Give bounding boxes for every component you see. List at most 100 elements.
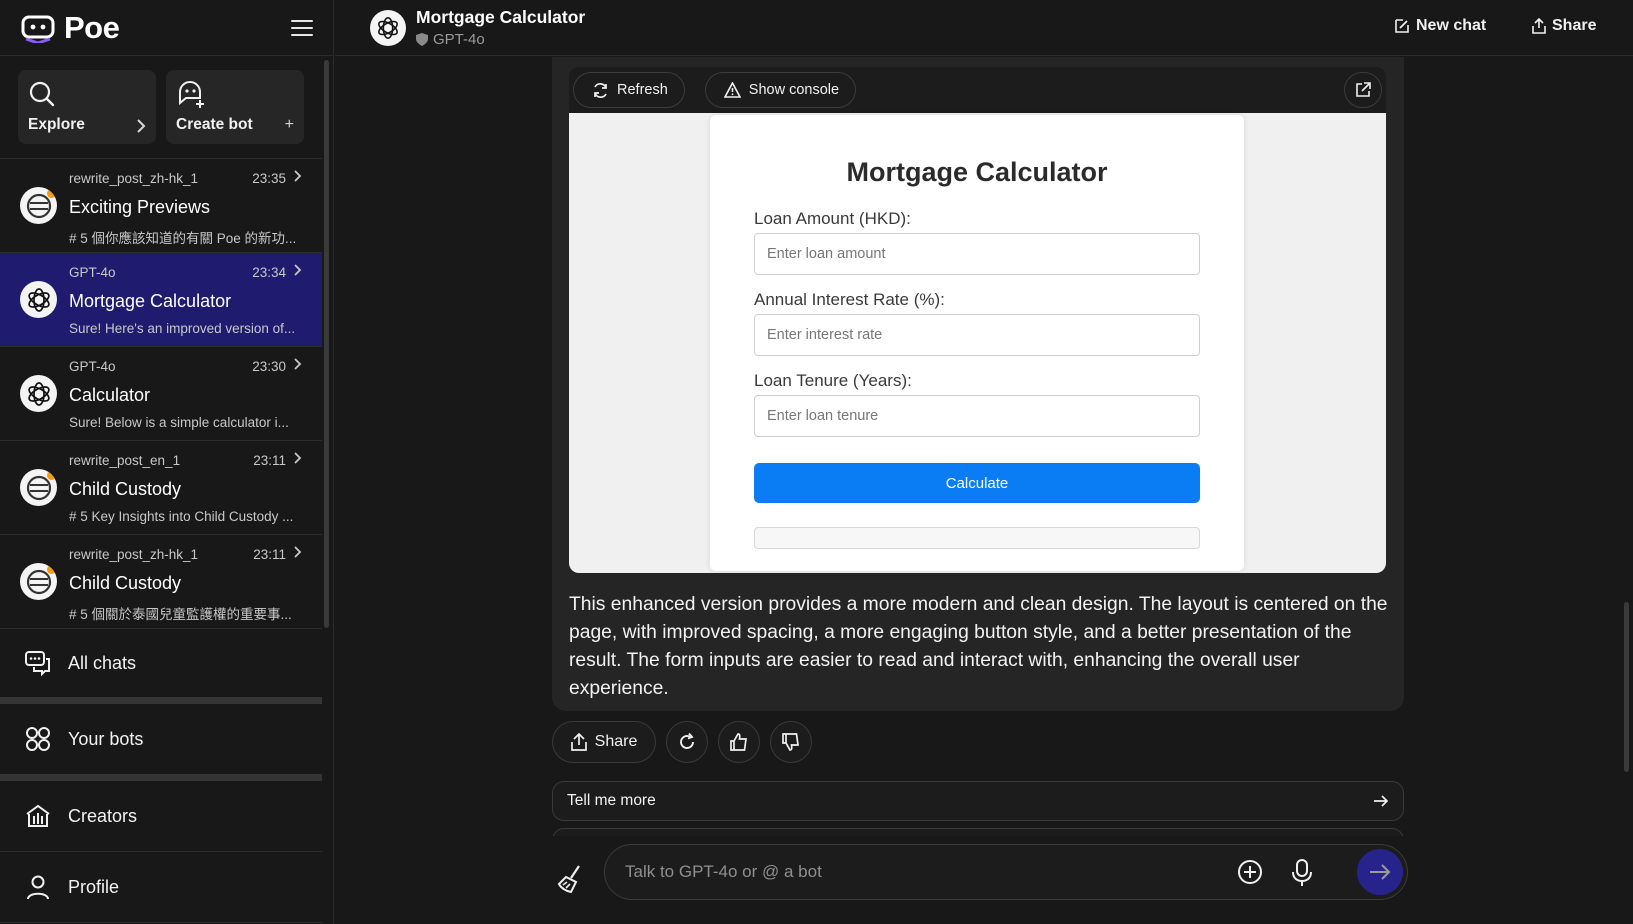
plus-icon: + [284, 116, 294, 133]
chat-item[interactable]: rewrite_post_zh-hk_1 23:11 Child Custody… [0, 535, 322, 629]
nav-label: Creators [68, 805, 138, 826]
loan-amount-label: Loan Amount (HKD): [754, 209, 911, 228]
retry-icon [680, 732, 694, 749]
poe-logo[interactable]: Poe [20, 9, 120, 46]
create-bot-label: Create bot [176, 116, 253, 133]
chat-time: 23:11 [253, 453, 286, 468]
composer [335, 836, 1633, 924]
nav-your-bots[interactable]: Your bots [0, 704, 322, 774]
share-button[interactable]: Share [1532, 17, 1596, 35]
openai-icon [20, 375, 57, 412]
chat-header: Mortgage Calculator GPT-4o New chat Shar… [335, 0, 1633, 56]
add-attachment-icon[interactable] [1237, 859, 1263, 885]
refresh-label: Refresh [617, 82, 668, 98]
calculate-button[interactable]: Calculate [754, 463, 1200, 503]
chat-bot-name: rewrite_post_zh-hk_1 [69, 547, 199, 562]
chat-main: Refresh Show console Mortgage Calculator… [335, 57, 1633, 924]
arrow-right-icon [1370, 864, 1391, 880]
interest-rate-input[interactable] [754, 314, 1200, 356]
nav-all-chats[interactable]: All chats [0, 629, 322, 697]
sidebar-scrollbar[interactable] [324, 60, 329, 628]
bot-name[interactable]: GPT-4o [416, 31, 485, 48]
chat-title: Child Custody [69, 479, 182, 499]
chevron-right-icon [137, 119, 146, 133]
chat-item[interactable]: GPT-4o 23:34 Mortgage Calculator Sure! H… [0, 253, 322, 347]
loan-amount-input[interactable] [754, 233, 1200, 275]
nav-creators[interactable]: Creators [0, 781, 322, 851]
chat-title: Child Custody [69, 573, 182, 593]
chat-bot-name: rewrite_post_zh-hk_1 [69, 171, 199, 186]
user-icon [27, 875, 49, 900]
chat-time: 23:35 [252, 171, 286, 186]
divider [0, 774, 322, 781]
send-button[interactable] [1357, 849, 1403, 895]
new-chat-button[interactable]: New chat [1394, 17, 1486, 35]
preview-toolbar: Refresh Show console [569, 67, 1386, 113]
microphone-icon[interactable] [1291, 859, 1313, 887]
rewrite-bot-icon [20, 187, 57, 224]
share-icon [570, 733, 587, 751]
chat-snippet: Sure! Here's an improved version of... [69, 321, 296, 336]
chat-title: Mortgage Calculator [416, 7, 586, 27]
chat-bot-name: rewrite_post_en_1 [69, 453, 181, 468]
main-scrollbar[interactable] [1624, 602, 1629, 772]
chat-item[interactable]: GPT-4o 23:30 Calculator Sure! Below is a… [0, 347, 322, 441]
chat-time: 23:30 [252, 359, 286, 374]
menu-icon[interactable] [291, 19, 313, 36]
explore-button[interactable]: Explore [18, 70, 156, 144]
open-external-button[interactable] [1344, 72, 1382, 108]
chevron-right-icon [294, 452, 302, 464]
message-actions: Share [552, 721, 812, 763]
warning-icon [723, 82, 741, 98]
shield-icon [416, 33, 428, 46]
chat-item[interactable]: rewrite_post_zh-hk_1 23:35 Exciting Prev… [0, 159, 322, 253]
chat-title: Mortgage Calculator [69, 291, 232, 311]
rewrite-bot-icon [20, 469, 57, 506]
thumbs-up-button[interactable] [718, 721, 760, 763]
divider [0, 697, 322, 704]
create-bot-icon [179, 81, 204, 108]
bot-message: Refresh Show console Mortgage Calculator… [552, 57, 1404, 711]
thumbs-down-button[interactable] [770, 721, 812, 763]
chat-item[interactable]: rewrite_post_en_1 23:11 Child Custody # … [0, 441, 322, 535]
divider [0, 922, 322, 923]
show-console-label: Show console [748, 82, 840, 98]
chevron-right-icon [294, 358, 302, 370]
clear-context-icon[interactable] [557, 864, 585, 894]
arrow-right-icon [1374, 795, 1389, 807]
external-link-icon [1356, 82, 1371, 97]
loan-tenure-input[interactable] [754, 395, 1200, 437]
chat-bubbles-icon [25, 651, 50, 677]
create-bot-button[interactable]: Create bot + [166, 70, 304, 144]
creators-icon [26, 804, 50, 827]
quick-actions: Explore Create bot + [0, 56, 333, 158]
retry-button[interactable] [666, 721, 708, 763]
chevron-right-icon [294, 170, 302, 182]
chat-time: 23:11 [253, 547, 286, 562]
chat-time: 23:34 [252, 265, 286, 280]
chat-snippet: # 5 個你應該知道的有關 Poe 的新功... [69, 231, 297, 246]
calculator-card: Mortgage Calculator Loan Amount (HKD): A… [710, 115, 1244, 571]
thumbs-down-icon [782, 733, 799, 751]
nav-profile[interactable]: Profile [0, 852, 322, 922]
bots-grid-icon [26, 727, 50, 751]
openai-icon[interactable] [370, 10, 406, 46]
chat-snippet: # 5 Key Insights into Child Custody ... [69, 509, 294, 524]
share-message-button[interactable]: Share [552, 721, 656, 763]
show-console-button[interactable]: Show console [704, 72, 857, 108]
poe-logo-icon [21, 15, 55, 43]
refresh-button[interactable]: Refresh [573, 72, 685, 108]
app-name: Poe [64, 9, 120, 45]
message-input-box [604, 844, 1408, 900]
explore-label: Explore [28, 116, 85, 133]
message-input[interactable] [625, 845, 1205, 899]
openai-icon [20, 281, 57, 318]
message-text: This enhanced version provides a more mo… [569, 594, 1388, 699]
chat-title: Calculator [69, 385, 151, 405]
nav-label: Profile [68, 876, 120, 897]
bot-name-label: GPT-4o [433, 31, 485, 48]
edit-icon [1395, 19, 1409, 33]
refresh-icon [594, 82, 607, 98]
logo-bar: Poe [0, 0, 333, 56]
suggested-reply[interactable]: Tell me more [552, 781, 1404, 821]
